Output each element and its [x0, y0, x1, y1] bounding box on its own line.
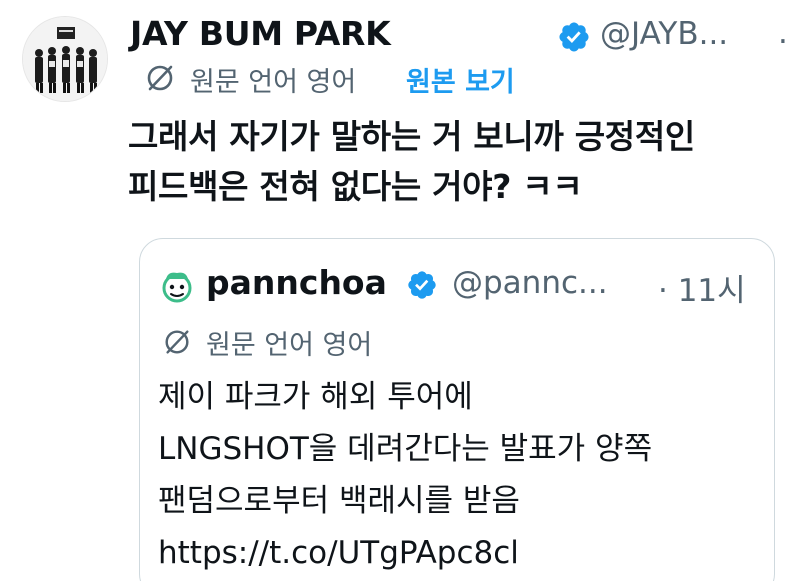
tweet-screenshot: JAY BUM PARK @JAYB... · 2분 원문 언어 영어 원본 보… — [0, 0, 800, 581]
translate-icon — [147, 65, 173, 91]
tweet-text-line: 그래서 자기가 말하는 거 보니까 긍정적인 — [128, 117, 695, 156]
translate-icon — [165, 330, 189, 354]
quoted-handle[interactable]: @pannc... — [452, 265, 608, 301]
quoted-display-name[interactable]: pannchoa — [206, 263, 387, 302]
display-name[interactable]: JAY BUM PARK — [130, 14, 391, 53]
avatar[interactable] — [22, 16, 108, 102]
source-language-label: 원문 언어 영어 — [190, 67, 357, 98]
quoted-avatar[interactable] — [158, 267, 196, 305]
quoted-text-line: LNGSHOT을 데려간다는 발표가 양쪽 — [158, 431, 653, 467]
tweet-text-line: 피드백은 전혀 없다는 거야? ㅋㅋ — [128, 167, 583, 206]
quoted-tweet-card[interactable]: pannchoa @pannc... · 11시 원문 언어 영어 제이 파크가… — [139, 238, 775, 581]
tweet-header: JAY BUM PARK @JAYB... · 2분 — [130, 10, 800, 60]
quoted-timestamp[interactable]: · 11시 — [658, 265, 746, 310]
tweet-text: 그래서 자기가 말하는 거 보니까 긍정적인 피드백은 전혀 없다는 거야? ㅋ… — [128, 112, 788, 212]
handle[interactable]: @JAYB... — [600, 16, 728, 52]
quoted-text-line: 팬덤으로부터 백래시를 받음 — [158, 483, 520, 519]
quoted-link[interactable]: https://t.co/UTgPApc8cl — [158, 527, 768, 579]
avatar-image — [23, 17, 107, 101]
timestamp[interactable]: · 2분 — [778, 16, 800, 61]
quoted-text-line: 제이 파크가 해외 투어에 — [158, 379, 473, 415]
quoted-source-language-label: 원문 언어 영어 — [206, 330, 373, 361]
verified-badge-icon — [408, 271, 436, 299]
verified-badge-icon — [559, 22, 589, 52]
quoted-tweet-text: 제이 파크가 해외 투어에 LNGSHOT을 데려간다는 발표가 양쪽 팬덤으로… — [158, 371, 768, 579]
show-original-link[interactable]: 원본 보기 — [406, 60, 515, 99]
